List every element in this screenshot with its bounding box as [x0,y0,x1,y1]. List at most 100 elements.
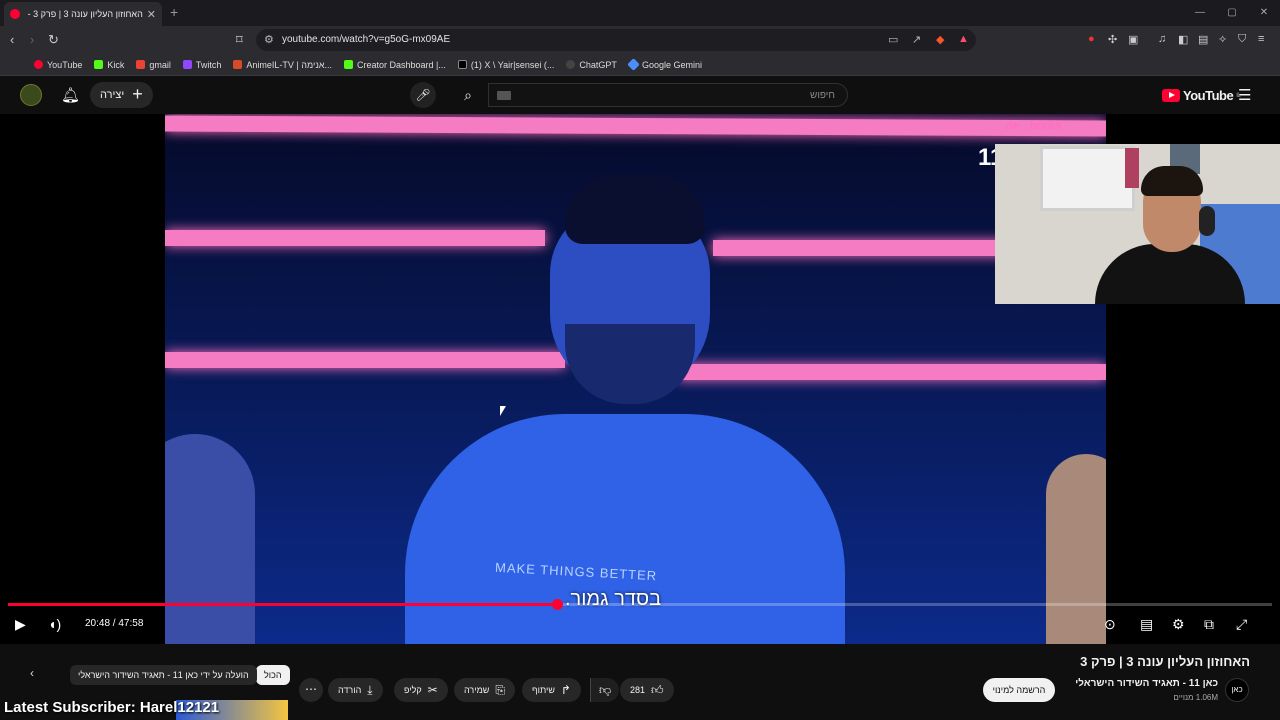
tab-title: האחוזון העליון עונה 3 | פרק 3 - ... [26,9,143,19]
download-button[interactable]: הורדה ⤓ [328,678,383,702]
video-title: האחוזון העליון עונה 3 | פרק 3 [1080,654,1250,669]
bookmark-gmail[interactable]: gmail [136,60,171,70]
player-controls: ▶ ◖) 20:48 / 47:58 ⊙ ▤ ⚙ ⧉ ⤢ [0,612,1280,640]
create-button[interactable]: יצירה + [90,82,153,108]
forward-icon[interactable]: › [30,32,34,48]
screenshot-icon[interactable]: ▣ [1128,33,1138,46]
bookmark-label: (1) X \ Yair|sensei (... [470,59,555,70]
extension-record-icon[interactable]: ● [1088,33,1095,45]
logo-text: YouTube [1183,88,1234,103]
bookmark-page-icon[interactable]: ⌑ [236,32,243,48]
volume-icon[interactable]: ◖) [48,616,61,632]
leo-ai-icon[interactable]: ✧ [1218,33,1227,46]
bookmark-label: gmail [149,59,171,70]
url-text: youtube.com/watch?v=g5oG-mx09AE [282,34,451,45]
bookmark-label: AnimeIL-TV | אנימה... [246,59,332,70]
sidebar-icon[interactable]: ◧ [1178,33,1188,46]
new-tab-button[interactable]: + [170,4,178,20]
search-box [488,83,848,107]
subtitles-icon[interactable]: ▤ [1140,616,1153,633]
more-actions-icon[interactable]: ⋯ [299,678,323,702]
search-input[interactable] [535,87,835,103]
save-button[interactable]: שמירה ⎘ [454,678,515,702]
bookmark-label: Google Gemini [641,59,702,70]
youtube-logo[interactable]: YouTube IL [1162,88,1241,103]
like-dislike-group: 281 👍︎ [620,678,674,702]
search-icon: ⌕ [464,87,472,103]
broadcast-watermark: אה : brxikk [1005,120,1063,132]
twitch-icon [182,60,192,69]
share-page-icon[interactable]: ↗ [912,33,921,46]
scrubber-handle[interactable] [551,599,563,610]
mouse-cursor-icon [500,406,506,416]
browser-tab[interactable]: האחוזון העליון עונה 3 | פרק 3 - ... ✕ [4,2,162,26]
guide-menu-icon[interactable]: ☰ [1238,86,1251,104]
animeil-icon [233,60,243,69]
bookmark-x[interactable]: (1) X \ Yair|sensei (... [457,59,555,70]
bookmark-animeil[interactable]: AnimeIL-TV | אנימה... [233,60,332,70]
back-icon[interactable]: ‹ [10,32,14,48]
like-icon[interactable]: 👍︎ [651,678,664,702]
settings-gear-icon[interactable]: ⚙ [1172,616,1185,633]
bookmark-label: Creator Dashboard |... [357,59,446,70]
video-info: האחוזון העליון עונה 3 | פרק 3 כאן כאן 11… [0,644,1280,720]
like-count[interactable]: 281 [630,678,645,702]
create-label: יצירה [100,89,125,101]
search-button[interactable]: ⌕ [448,83,488,107]
subscribe-button[interactable]: הרשמה למינוי [983,678,1055,702]
youtube-play-icon [1162,89,1180,102]
bookmark-gemini[interactable]: Google Gemini [627,58,702,71]
video-subtitle: בסדר גמור. [565,588,662,610]
bookmark-twitch[interactable]: Twitch [182,60,221,70]
close-window-icon[interactable]: ✕ [1248,0,1280,26]
extensions-icon[interactable]: ✣ [1108,33,1117,46]
video-player[interactable]: אה : brxikk MAKE THINGS BETTER בסדר גמור… [0,114,1280,644]
dislike-button[interactable]: 👎︎ [590,678,620,702]
brave-rewards-icon[interactable]: ▲ [958,33,969,45]
miniplayer-icon[interactable]: ⧉ [1204,616,1214,633]
play-icon[interactable]: ▶ [15,616,26,633]
chip-uploaded-by[interactable]: הועלה על ידי כאן 11 - תאגיד השידור הישרא… [70,665,257,685]
autoplay-toggle[interactable]: ⊙ [1104,616,1116,633]
headphones-icon [1199,206,1215,236]
cast-icon[interactable]: ▭ [888,33,898,46]
chevron-left-icon[interactable]: ‹ [30,666,34,680]
video-frame[interactable]: אה : brxikk MAKE THINGS BETTER בסדר גמור… [165,114,1106,644]
vpn-icon[interactable]: ⛉ [1238,33,1246,46]
wallet-icon[interactable]: ▤ [1198,33,1208,46]
bookmark-youtube[interactable]: YouTube [34,60,82,70]
youtube-icon [34,60,43,69]
channel-avatar[interactable]: כאן [1225,678,1249,702]
bookmark-kick[interactable]: Kick [94,60,124,70]
keyboard-icon[interactable] [497,91,511,100]
address-bar[interactable]: ⚙ youtube.com/watch?v=g5oG-mx09AE ▭ ↗ ◆ … [256,29,976,51]
brave-shield-icon[interactable]: ◆ [936,33,944,46]
channel-name[interactable]: כאן 11 - תאגיד השידור הישראלי [1075,678,1218,689]
bookmark-chatgpt[interactable]: ChatGPT [566,60,617,70]
maximize-icon[interactable]: ▢ [1216,0,1248,26]
voice-search-mic-icon[interactable]: 🎤︎ [410,82,436,108]
clip-label: קליפ [404,685,422,695]
bookmark-creator-dashboard[interactable]: Creator Dashboard |... [344,60,446,70]
share-button[interactable]: שיתוף ↱ [522,678,581,702]
notifications-bell-icon[interactable]: 🔔︎ [61,86,80,104]
save-label: שמירה [464,685,490,695]
reload-icon[interactable]: ↻ [48,32,59,48]
browser-menu-icon[interactable]: ≡ [1258,33,1264,45]
browser-toolbar: ‹ › ↻ ⌑ ⚙ youtube.com/watch?v=g5oG-mx09A… [0,26,1280,54]
contestant-beard [565,324,695,404]
minimize-icon[interactable]: — [1184,0,1216,26]
gemini-icon [627,58,640,71]
chip-all[interactable]: הכול [256,665,290,685]
fullscreen-icon[interactable]: ⤢ [1236,616,1247,633]
youtube-masthead: 🔔︎ יצירה + 🎤︎ ⌕ YouTube IL ☰ [0,76,1280,114]
stream-overlay-latest-subscriber: Latest Subscriber: Harel12121 [4,699,220,716]
account-avatar[interactable] [20,84,42,106]
progress-bar[interactable] [8,599,1272,610]
media-icon[interactable]: ♫ [1158,33,1166,45]
progress-played [8,603,557,606]
bookmark-label: YouTube [47,59,83,70]
close-tab-icon[interactable]: ✕ [147,8,156,21]
site-info-icon[interactable]: ⚙ [264,33,274,46]
clip-button[interactable]: קליפ ✂ [394,678,448,702]
